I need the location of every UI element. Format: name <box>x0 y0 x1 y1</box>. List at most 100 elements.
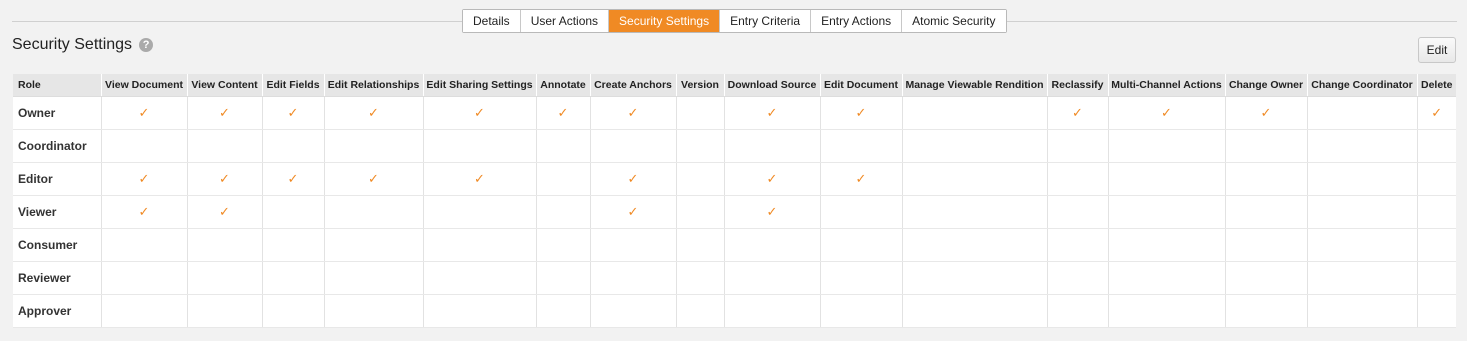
checkmark-icon: ✓ <box>1161 105 1172 120</box>
permission-cell <box>901 96 1047 130</box>
checkmark-icon: ✓ <box>1260 105 1272 120</box>
permission-cell: ✓ <box>261 96 324 130</box>
permission-cell: ✓ <box>186 96 262 130</box>
permission-cell <box>901 129 1047 163</box>
column-header-edit-relationships: Edit Relationships <box>323 74 423 97</box>
checkmark-icon: ✓ <box>138 204 150 219</box>
table-row: Editor ✓ ✓ ✓ ✓ ✓ ✓ ✓ ✓ <box>13 162 1456 196</box>
permission-cell <box>901 195 1047 229</box>
column-header-reclassify: Reclassify <box>1046 74 1108 97</box>
checkmark-icon: ✓ <box>287 171 299 186</box>
permission-cell: ✓ <box>819 96 902 130</box>
permission-cell <box>535 261 590 295</box>
permission-cell: ✓ <box>589 195 676 229</box>
role-cell: Viewer <box>13 195 101 229</box>
column-header-manage-viewable-rendition: Manage Viewable Rendition <box>901 74 1047 97</box>
column-header-edit-document: Edit Document <box>819 74 902 97</box>
permission-cell <box>1306 228 1417 262</box>
permission-cell <box>1306 96 1417 130</box>
permission-cell: ✓ <box>100 96 187 130</box>
permission-cell <box>1224 294 1307 328</box>
permission-cell <box>100 261 187 295</box>
permission-cell <box>1224 129 1307 163</box>
role-cell: Owner <box>13 96 101 130</box>
permission-cell <box>100 129 187 163</box>
help-icon[interactable]: ? <box>139 38 154 52</box>
permission-cell: ✓ <box>723 195 820 229</box>
permission-cell: ✓ <box>1224 96 1307 130</box>
checkmark-icon: ✓ <box>557 105 569 120</box>
table-header-row: Role View Document View Content Edit Fields… <box>13 74 1456 97</box>
permission-cell: ✓ <box>323 96 423 130</box>
permission-cell: ✓ <box>589 96 676 130</box>
permission-cell <box>723 261 820 295</box>
permission-cell <box>323 129 423 163</box>
permission-cell <box>819 228 902 262</box>
permission-cell: ✓ <box>100 162 187 196</box>
permission-cell <box>675 228 724 262</box>
permission-cell: ✓ <box>535 96 590 130</box>
permission-cell <box>723 129 820 163</box>
permission-cell <box>1107 195 1225 229</box>
checkmark-icon: ✓ <box>138 105 150 120</box>
checkmark-icon: ✓ <box>219 105 230 120</box>
edit-button[interactable]: Edit <box>1418 37 1456 63</box>
tab-user-actions[interactable]: User Actions <box>520 10 610 32</box>
tab-security-settings[interactable]: Security Settings <box>609 10 721 32</box>
table-row: Approver <box>13 294 1456 328</box>
role-cell: Reviewer <box>13 261 101 295</box>
permission-cell <box>901 162 1047 196</box>
column-header-annotate: Annotate <box>535 74 590 97</box>
permission-cell <box>1224 195 1307 229</box>
permission-cell <box>1046 294 1108 328</box>
permission-cell <box>261 261 324 295</box>
tab-details[interactable]: Details <box>463 10 521 32</box>
role-cell: Coordinator <box>13 129 101 163</box>
permission-cell: ✓ <box>723 162 820 196</box>
permission-cell <box>819 294 902 328</box>
permission-cell <box>589 228 676 262</box>
table-row: Owner ✓ ✓ ✓ ✓ ✓ ✓ ✓ ✓ ✓ ✓ ✓ ✓ ✓ <box>13 96 1456 130</box>
permission-cell: ✓ <box>261 162 324 196</box>
permission-cell <box>1306 129 1417 163</box>
permission-cell <box>186 129 262 163</box>
checkmark-icon: ✓ <box>368 171 379 186</box>
tab-entry-actions[interactable]: Entry Actions <box>811 10 903 32</box>
permission-cell <box>1224 228 1307 262</box>
permission-cell <box>819 129 902 163</box>
permission-cell <box>675 294 724 328</box>
tab-entry-criteria[interactable]: Entry Criteria <box>720 10 812 32</box>
permission-cell: ✓ <box>1107 96 1225 130</box>
permission-cell <box>1107 228 1225 262</box>
page-title: Security Settings ? <box>12 36 154 54</box>
table-row: Consumer <box>13 228 1456 262</box>
checkmark-icon: ✓ <box>474 171 485 186</box>
column-header-download-source: Download Source <box>723 74 820 97</box>
permission-cell <box>1416 162 1456 196</box>
checkmark-icon: ✓ <box>138 171 150 186</box>
column-header-change-coordinator: Change Coordinator <box>1306 74 1417 97</box>
permission-cell <box>323 294 423 328</box>
permission-cell <box>1107 162 1225 196</box>
permission-cell <box>1224 162 1307 196</box>
checkmark-icon: ✓ <box>1072 105 1083 120</box>
permission-cell <box>675 261 724 295</box>
permissions-table: Role View Document View Content Edit Fields… <box>13 74 1456 328</box>
permission-cell <box>422 261 536 295</box>
checkmark-icon: ✓ <box>1431 105 1443 120</box>
permission-cell <box>261 228 324 262</box>
permission-cell <box>723 228 820 262</box>
permission-cell <box>675 96 724 130</box>
role-cell: Approver <box>13 294 101 328</box>
permission-cell <box>1306 261 1417 295</box>
table-row: Reviewer <box>13 261 1456 295</box>
tab-atomic-security[interactable]: Atomic Security <box>902 10 1006 32</box>
page-title-text: Security Settings <box>12 36 133 53</box>
checkmark-icon: ✓ <box>766 171 778 186</box>
checkmark-icon: ✓ <box>627 105 639 120</box>
checkmark-icon: ✓ <box>368 105 379 120</box>
column-header-multi-channel-actions: Multi-Channel Actions <box>1107 74 1225 97</box>
role-cell: Consumer <box>13 228 101 262</box>
permission-cell <box>100 228 187 262</box>
permission-cell <box>535 129 590 163</box>
